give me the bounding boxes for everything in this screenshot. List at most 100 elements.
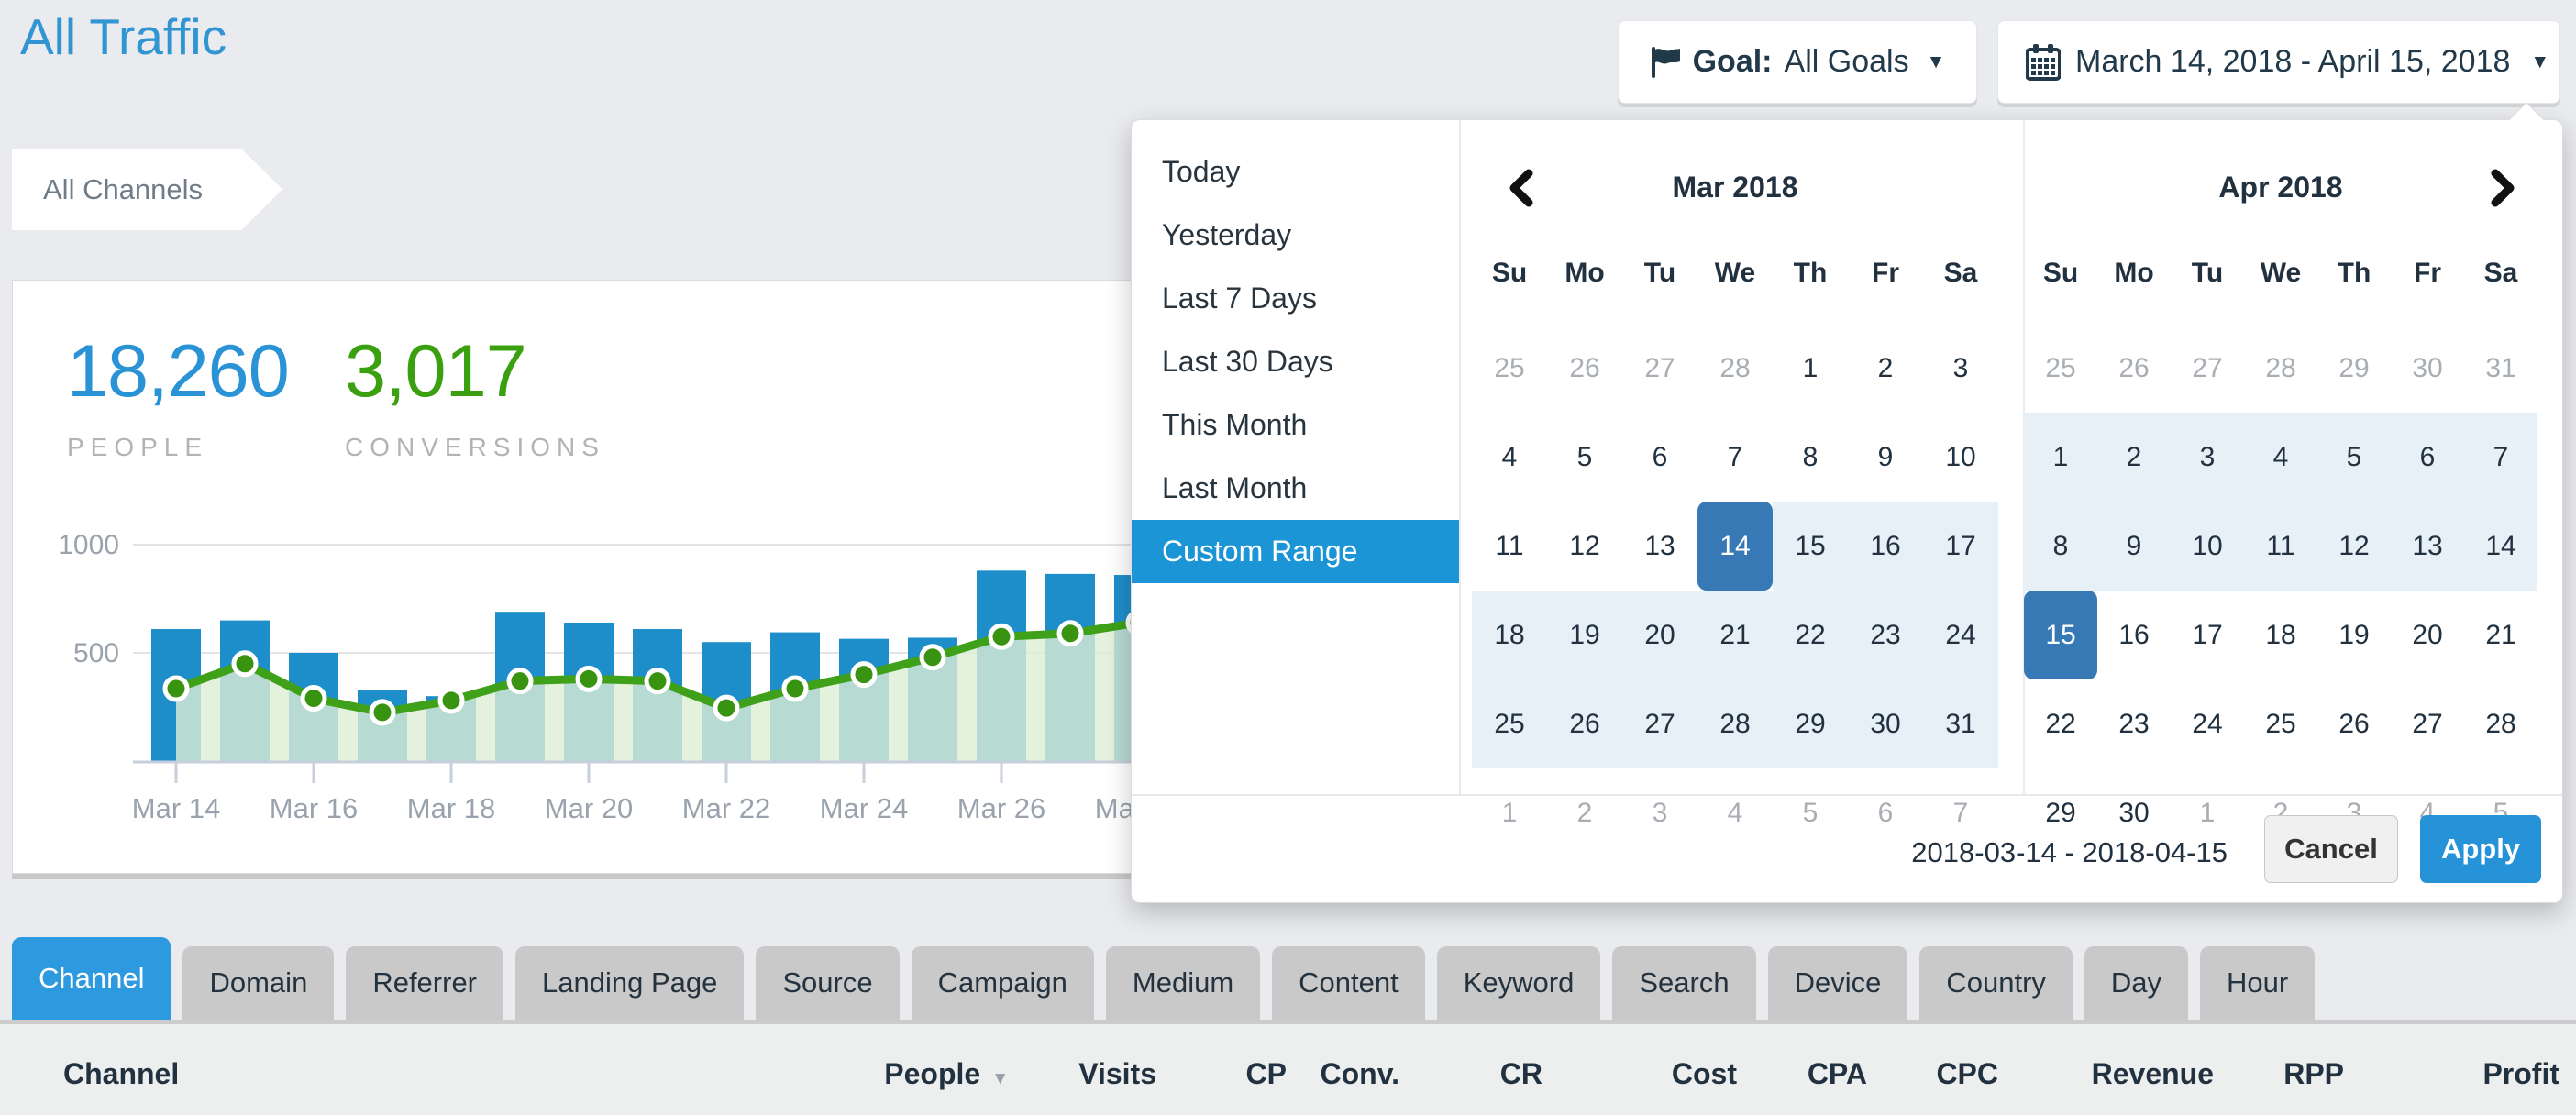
tab-channel[interactable]: Channel [12, 937, 171, 1020]
calendar-day[interactable]: 12 [2317, 502, 2391, 591]
preset-last-7-days[interactable]: Last 7 Days [1132, 267, 1459, 330]
calendar-day[interactable]: 13 [2391, 502, 2464, 591]
date-range-button[interactable]: March 14, 2018 - April 15, 2018 ▼ [1997, 20, 2560, 104]
calendar-day[interactable]: 19 [2317, 591, 2391, 679]
preset-yesterday[interactable]: Yesterday [1132, 204, 1459, 267]
calendar-day[interactable]: 1 [2024, 413, 2097, 502]
calendar-day[interactable]: 25 [1472, 679, 1547, 768]
column-header-conv-[interactable]: Conv. [1320, 1057, 1399, 1091]
tab-content[interactable]: Content [1272, 946, 1425, 1020]
tab-medium[interactable]: Medium [1106, 946, 1260, 1020]
column-header-rpp[interactable]: RPP [2283, 1057, 2344, 1091]
calendar-day[interactable]: 9 [2097, 502, 2171, 591]
calendar-day[interactable]: 29 [1773, 679, 1848, 768]
calendar-day[interactable]: 30 [2391, 324, 2464, 413]
calendar-day[interactable]: 1 [1773, 324, 1848, 413]
column-header-cost[interactable]: Cost [1672, 1057, 1737, 1091]
tab-day[interactable]: Day [2084, 946, 2188, 1020]
tab-search[interactable]: Search [1612, 946, 1755, 1020]
column-header-profit[interactable]: Profit [2482, 1057, 2559, 1091]
calendar-day[interactable]: 20 [2391, 591, 2464, 679]
calendar-day[interactable]: 13 [1622, 502, 1697, 591]
calendar-day[interactable]: 21 [1697, 591, 1773, 679]
calendar-day[interactable]: 6 [1622, 413, 1697, 502]
tab-keyword[interactable]: Keyword [1437, 946, 1601, 1020]
calendar-day-selected[interactable]: 15 [2024, 591, 2097, 679]
calendar-day[interactable]: 31 [2464, 324, 2537, 413]
calendar-day[interactable]: 27 [1622, 679, 1697, 768]
calendar-day[interactable]: 21 [2464, 591, 2537, 679]
calendar-day[interactable]: 8 [1773, 413, 1848, 502]
calendar-day[interactable]: 16 [2097, 591, 2171, 679]
calendar-day[interactable]: 18 [1472, 591, 1547, 679]
calendar-day[interactable]: 14 [2464, 502, 2537, 591]
calendar-day[interactable]: 11 [2244, 502, 2317, 591]
calendar-day[interactable]: 23 [1848, 591, 1923, 679]
calendar-day[interactable]: 31 [1923, 679, 1998, 768]
tab-domain[interactable]: Domain [182, 946, 334, 1020]
calendar-day[interactable]: 4 [2244, 413, 2317, 502]
calendar-day[interactable]: 25 [1472, 324, 1547, 413]
calendar-day[interactable]: 16 [1848, 502, 1923, 591]
preset-last-30-days[interactable]: Last 30 Days [1132, 330, 1459, 393]
column-header-people[interactable]: People▼ [884, 1057, 1009, 1091]
calendar-day[interactable]: 9 [1848, 413, 1923, 502]
calendar-day[interactable]: 8 [2024, 502, 2097, 591]
calendar-day[interactable]: 7 [1697, 413, 1773, 502]
preset-this-month[interactable]: This Month [1132, 393, 1459, 457]
calendar-day[interactable]: 10 [2171, 502, 2244, 591]
tab-hour[interactable]: Hour [2200, 946, 2315, 1020]
cancel-button[interactable]: Cancel [2264, 815, 2398, 883]
column-header-revenue[interactable]: Revenue [2092, 1057, 2214, 1091]
calendar-day[interactable]: 15 [1773, 502, 1848, 591]
calendar-day[interactable]: 28 [2244, 324, 2317, 413]
calendar-day-selected[interactable]: 14 [1697, 502, 1773, 591]
calendar-day[interactable]: 30 [1848, 679, 1923, 768]
calendar-day[interactable]: 5 [2317, 413, 2391, 502]
calendar-day[interactable]: 26 [1547, 324, 1622, 413]
tab-landing-page[interactable]: Landing Page [515, 946, 744, 1020]
calendar-day[interactable]: 4 [1472, 413, 1547, 502]
column-header-cp[interactable]: CP [1246, 1057, 1287, 1091]
calendar-day[interactable]: 5 [1547, 413, 1622, 502]
tab-device[interactable]: Device [1768, 946, 1908, 1020]
calendar-day[interactable]: 12 [1547, 502, 1622, 591]
preset-custom-range[interactable]: Custom Range [1132, 520, 1459, 583]
calendar-day[interactable]: 25 [2244, 679, 2317, 768]
calendar-day[interactable]: 11 [1472, 502, 1547, 591]
calendar-day[interactable]: 29 [2317, 324, 2391, 413]
apply-button[interactable]: Apply [2420, 815, 2541, 883]
preset-last-month[interactable]: Last Month [1132, 457, 1459, 520]
calendar-day[interactable]: 28 [1697, 324, 1773, 413]
calendar-day[interactable]: 18 [2244, 591, 2317, 679]
calendar-day[interactable]: 23 [2097, 679, 2171, 768]
breadcrumb-all-channels[interactable]: All Channels [12, 149, 282, 230]
column-header-cpc[interactable]: CPC [1936, 1057, 1998, 1091]
calendar-day[interactable]: 27 [2391, 679, 2464, 768]
calendar-day[interactable]: 3 [1923, 324, 1998, 413]
calendar-day[interactable]: 22 [2024, 679, 2097, 768]
calendar-day[interactable]: 26 [2317, 679, 2391, 768]
calendar-day[interactable]: 2 [2097, 413, 2171, 502]
calendar-day[interactable]: 22 [1773, 591, 1848, 679]
column-header-cpa[interactable]: CPA [1808, 1057, 1867, 1091]
column-header-visits[interactable]: Visits [1078, 1057, 1156, 1091]
calendar-day[interactable]: 20 [1622, 591, 1697, 679]
calendar-day[interactable]: 24 [1923, 591, 1998, 679]
goal-selector-button[interactable]: Goal: All Goals ▼ [1618, 20, 1977, 104]
calendar-day[interactable]: 10 [1923, 413, 1998, 502]
calendar-day[interactable]: 28 [2464, 679, 2537, 768]
preset-today[interactable]: Today [1132, 140, 1459, 204]
calendar-day[interactable]: 19 [1547, 591, 1622, 679]
tab-referrer[interactable]: Referrer [346, 946, 503, 1020]
calendar-day[interactable]: 6 [2391, 413, 2464, 502]
column-header-channel[interactable]: Channel [63, 1057, 179, 1091]
column-header-cr[interactable]: CR [1500, 1057, 1542, 1091]
calendar-day[interactable]: 7 [2464, 413, 2537, 502]
tab-source[interactable]: Source [756, 946, 899, 1020]
calendar-day[interactable]: 26 [2097, 324, 2171, 413]
calendar-day[interactable]: 24 [2171, 679, 2244, 768]
tab-country[interactable]: Country [1919, 946, 2073, 1020]
calendar-day[interactable]: 27 [2171, 324, 2244, 413]
calendar-day[interactable]: 17 [1923, 502, 1998, 591]
